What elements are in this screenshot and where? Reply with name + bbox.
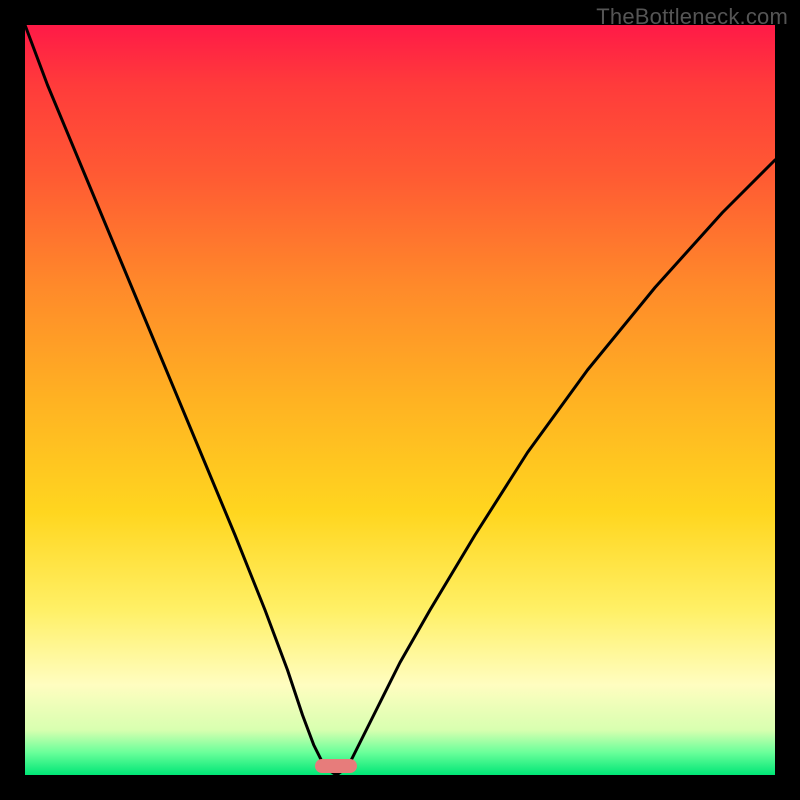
watermark-text: TheBottleneck.com [596, 4, 788, 30]
optimal-point-marker [315, 759, 357, 773]
bottleneck-curve-svg [25, 25, 775, 775]
chart-frame: TheBottleneck.com [0, 0, 800, 800]
bottleneck-curve-path [25, 25, 775, 775]
